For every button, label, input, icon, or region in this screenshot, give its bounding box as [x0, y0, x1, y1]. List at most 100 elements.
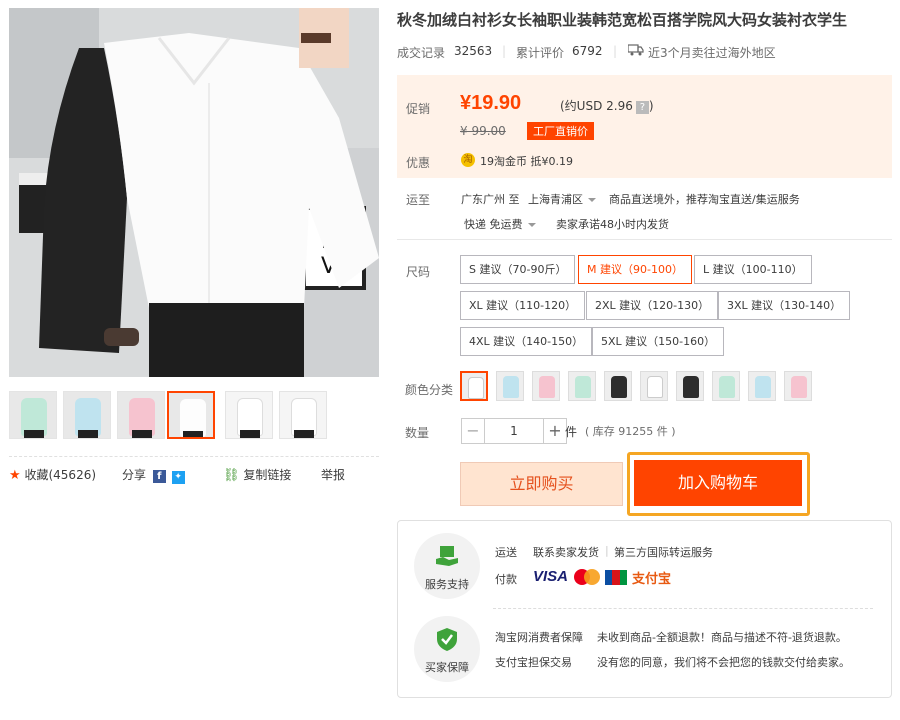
color-swatch[interactable] — [568, 371, 596, 401]
swatch-shirt — [611, 376, 627, 398]
twitter-icon[interactable]: ✦ — [171, 471, 185, 484]
quantity-unit: 件 — [565, 425, 578, 439]
color-swatch[interactable] — [712, 371, 740, 401]
color-swatch[interactable] — [784, 371, 812, 401]
thumbnail-active[interactable] — [167, 391, 215, 439]
favorite-link[interactable]: ★ 收藏(45626) — [9, 466, 96, 483]
divider — [493, 608, 873, 609]
benefit-label: 优惠 — [406, 156, 431, 170]
visa-icon: VISA — [533, 568, 569, 585]
help-icon[interactable]: ? — [635, 101, 649, 114]
delivery-separator: | — [605, 544, 609, 557]
buyer-protection-caption: 买家保障 — [425, 661, 469, 674]
delivery-value-2: 第三方国际转运服务 — [614, 546, 713, 559]
add-to-cart-button[interactable]: 加入购物车 — [634, 460, 802, 506]
ship-destination-select[interactable]: 上海青浦区 — [528, 191, 596, 207]
size-option-4xl[interactable]: 4XL 建议（140-150） — [460, 327, 593, 356]
copy-link-button[interactable]: ⛓ 复制链接 — [223, 466, 291, 483]
ship-to-label: 运至 — [406, 193, 431, 207]
quantity-label: 数量 — [405, 426, 430, 440]
ship-destination: 上海青浦区 — [528, 193, 583, 206]
size-option-l[interactable]: L 建议（100-110） — [694, 255, 812, 284]
thumbnail[interactable] — [279, 391, 327, 439]
ship-promise: 卖家承诺48小时内发货 — [556, 218, 669, 231]
buyer-protection-badge: 买家保障 — [414, 616, 480, 682]
service-support-badge: 服务支持 — [414, 533, 480, 599]
color-swatch[interactable] — [604, 371, 632, 401]
jcb-icon — [605, 570, 627, 585]
factory-price-badge: 工厂直销价 — [527, 122, 594, 140]
original-price: ¥ 99.00 — [460, 124, 506, 138]
payment-label: 付款 — [495, 573, 517, 586]
size-option-5xl[interactable]: 5XL 建议（150-160） — [592, 327, 725, 356]
reviews-value: 6792 — [572, 44, 603, 58]
usd-close: ) — [648, 99, 654, 113]
stat-divider: | — [613, 44, 618, 58]
deals-label: 成交记录 — [397, 46, 446, 60]
thumbnail[interactable] — [63, 391, 111, 439]
color-swatch[interactable] — [496, 371, 524, 401]
price-panel: 促销 ¥19.90 (约USD 2.96?) ¥ 99.00 工厂直销价 优惠 … — [397, 75, 892, 178]
promo-label: 促销 — [406, 102, 431, 116]
report-link[interactable]: 举报 — [321, 466, 345, 483]
size-label: 尺码 — [406, 265, 431, 279]
swatch-shirt — [503, 376, 519, 398]
increase-button[interactable]: + — [543, 418, 567, 444]
size-option-xl[interactable]: XL 建议（110-120） — [460, 291, 586, 320]
color-swatch[interactable] — [460, 371, 488, 401]
star-icon: ★ — [9, 468, 21, 483]
service-panel: 服务支持 买家保障 运送 联系卖家发货 | 第三方国际转运服务 付款 VISA … — [397, 520, 892, 698]
product-photo: LO VE — [9, 8, 379, 377]
guarantee-2-text: 没有您的同意，我们将不会把您的钱款交付给卖家。 — [597, 656, 850, 669]
share-label: 分享 — [122, 468, 147, 482]
social-bar: ★ 收藏(45626) 分享 f ✦ ⛓ 复制链接 举报 — [9, 456, 379, 486]
facebook-icon[interactable]: f — [152, 470, 166, 483]
favorite-label: 收藏(45626) — [24, 468, 97, 482]
reviews-label[interactable]: 累计评价 — [516, 44, 564, 61]
color-swatch[interactable] — [676, 371, 704, 401]
service-support-caption: 服务支持 — [425, 578, 469, 591]
ship-from: 广东广州 至 — [461, 193, 520, 206]
guarantee-1-label: 淘宝网消费者保障 — [495, 631, 583, 644]
buy-now-button[interactable]: 立即购买 — [460, 462, 623, 506]
delivery-value: 联系卖家发货 — [533, 546, 599, 559]
decrease-button[interactable]: − — [461, 418, 485, 444]
coin-benefit: 19淘金币 抵¥0.19 — [480, 155, 573, 168]
swatch-shirt — [719, 376, 735, 398]
thumbnail[interactable] — [9, 391, 57, 439]
stat-divider: | — [502, 44, 507, 58]
usd-price-text: (约USD 2.96 — [560, 99, 633, 113]
size-option-3xl[interactable]: 3XL 建议（130-140） — [718, 291, 851, 320]
share-group: 分享 f ✦ — [122, 466, 185, 484]
size-option-s[interactable]: S 建议（70-90斤） — [460, 255, 576, 284]
alipay-icon: 支付宝 — [632, 572, 672, 587]
main-product-image[interactable]: LO VE — [9, 8, 379, 377]
chevron-down-icon — [527, 223, 536, 227]
swatch-shirt — [539, 376, 555, 398]
delivery-label: 运送 — [495, 546, 517, 559]
color-swatch[interactable] — [640, 371, 668, 401]
guarantee-1-text: 未收到商品-全额退款！商品与描述不符-退货退款。 — [597, 631, 847, 644]
current-price: ¥19.90 — [460, 92, 522, 114]
shipping-section: 运至 广东广州 至 上海青浦区 商品直送境外，推荐淘宝直送/集运服务 快递 免运… — [397, 188, 892, 240]
copy-link-label: 复制链接 — [243, 468, 292, 482]
stock-count: ( 库存 91255 件 ) — [585, 425, 676, 438]
express-select[interactable]: 快递 免运费 — [464, 216, 536, 232]
taobao-coin-icon: 淘 — [461, 153, 475, 167]
size-option-2xl[interactable]: 2XL 建议（120-130） — [586, 291, 719, 320]
swatch-shirt — [575, 376, 591, 398]
swatch-shirt — [647, 376, 663, 398]
swatch-shirt — [755, 376, 771, 398]
color-label: 颜色分类 — [405, 383, 454, 397]
service-support-icon — [436, 546, 458, 566]
thumbnail[interactable] — [117, 391, 165, 439]
size-option-m[interactable]: M 建议（90-100） — [578, 255, 692, 284]
guarantee-2-label: 支付宝担保交易 — [495, 656, 572, 669]
thumbnail[interactable] — [225, 391, 273, 439]
quantity-input[interactable]: 1 — [485, 418, 543, 444]
color-swatch[interactable] — [748, 371, 776, 401]
color-swatch[interactable] — [532, 371, 560, 401]
truck-icon — [627, 44, 644, 59]
ship-service-note: 商品直送境外，推荐淘宝直送/集运服务 — [609, 193, 800, 206]
swatch-shirt — [683, 376, 699, 398]
